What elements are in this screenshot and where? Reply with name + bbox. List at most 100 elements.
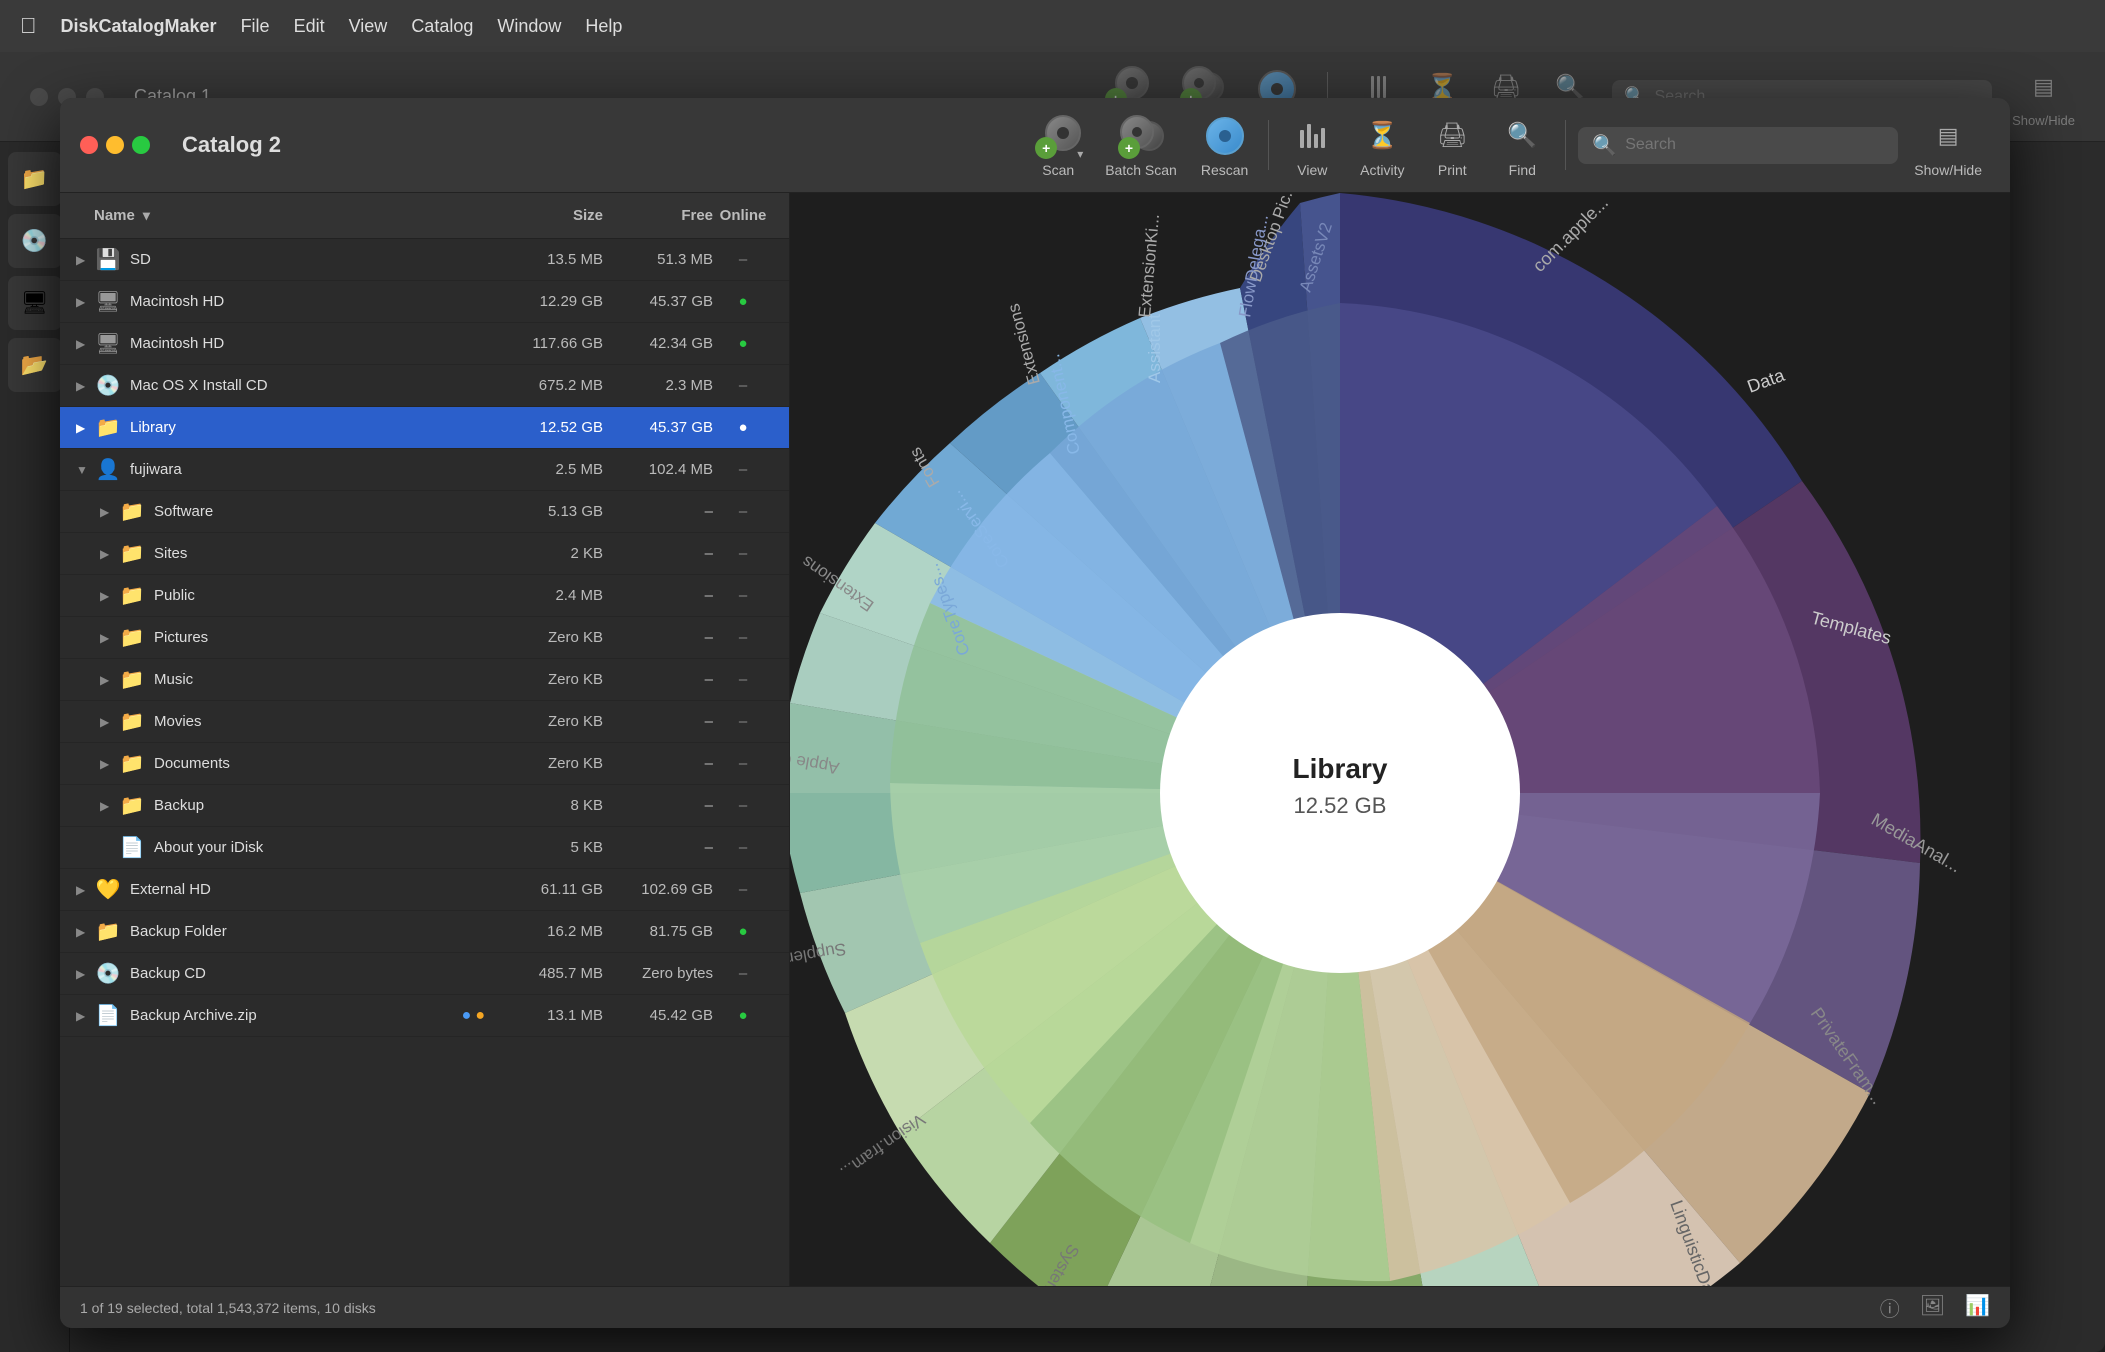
bg-sidebar-item-3[interactable]: 🖥: [8, 276, 62, 330]
fg-activity-btn[interactable]: ⏳ Activity: [1351, 109, 1413, 182]
row-expander[interactable]: ▶: [100, 589, 118, 603]
list-item[interactable]: ▼ 👤 fujiwara 2.5 MB 102.4 MB –: [60, 449, 789, 491]
list-item[interactable]: ▶ 📁 Backup Folder 16.2 MB 81.75 GB ●: [60, 911, 789, 953]
row-expander[interactable]: ▶: [76, 925, 94, 939]
menu-app[interactable]: DiskCatalogMaker: [61, 16, 217, 37]
file-online: –: [713, 629, 773, 646]
fg-rescan-btn[interactable]: Rescan: [1193, 109, 1256, 182]
row-expander[interactable]: ▶: [100, 715, 118, 729]
fg-close-btn[interactable]: [80, 136, 98, 154]
row-expander[interactable]: ▶: [100, 547, 118, 561]
row-expander[interactable]: ▶: [100, 799, 118, 813]
file-size: Zero KB: [493, 755, 603, 772]
list-item[interactable]: ▶ 📁 Public 2.4 MB – –: [60, 575, 789, 617]
apple-menu[interactable]: : [20, 13, 37, 39]
status-icons: ⓘ 🖼 📊: [1880, 1293, 1990, 1322]
list-item[interactable]: ▶ 💿 Backup CD 485.7 MB Zero bytes –: [60, 953, 789, 995]
file-size: 13.5 MB: [493, 251, 603, 268]
menu-file[interactable]: File: [241, 16, 270, 37]
row-expander[interactable]: ▶: [76, 421, 94, 435]
row-expander[interactable]: ▶: [100, 757, 118, 771]
row-expander[interactable]: ▶: [100, 505, 118, 519]
menu-catalog[interactable]: Catalog: [411, 16, 473, 37]
fg-search-bar[interactable]: 🔍: [1578, 127, 1898, 164]
bg-sidebar-item-1[interactable]: 📁: [8, 152, 62, 206]
folder-icon: 📁: [118, 666, 146, 694]
fg-minimize-btn[interactable]: [106, 136, 124, 154]
fg-scan-dropdown[interactable]: ▾: [1077, 147, 1083, 161]
list-item[interactable]: ▶ 💿 Mac OS X Install CD 675.2 MB 2.3 MB …: [60, 365, 789, 407]
list-item[interactable]: ▶ 💾 SD 13.5 MB 51.3 MB –: [60, 239, 789, 281]
list-header: Name ▾ Size Free Online: [60, 193, 789, 239]
list-item[interactable]: ▶ 📁 Music Zero KB – –: [60, 659, 789, 701]
row-expander[interactable]: ▶: [76, 253, 94, 267]
list-item[interactable]: ▶ 📁 Library 12.52 GB 45.37 GB ●: [60, 407, 789, 449]
row-expander[interactable]: ▶: [76, 379, 94, 393]
list-item[interactable]: ▶ 🖥 Macintosh HD 117.66 GB 42.34 GB ●: [60, 323, 789, 365]
folder-icon: 📁: [118, 750, 146, 778]
row-expander[interactable]: ▼: [76, 463, 94, 477]
fg-search-input[interactable]: [1625, 136, 1884, 154]
list-item[interactable]: ▶ 📁 Documents Zero KB – –: [60, 743, 789, 785]
list-item[interactable]: ▶ 💛 External HD 61.11 GB 102.69 GB –: [60, 869, 789, 911]
row-expander[interactable]: ▶: [76, 967, 94, 981]
file-size: Zero KB: [493, 629, 603, 646]
file-free: –: [603, 755, 713, 772]
fg-add-icon: +: [1035, 137, 1057, 159]
file-online: –: [713, 881, 773, 898]
fg-show-hide-icon: ▤: [1925, 113, 1971, 159]
row-expander[interactable]: ▶: [100, 673, 118, 687]
file-free: –: [603, 839, 713, 856]
list-item[interactable]: ▶ 🖥 Macintosh HD 12.29 GB 45.37 GB ●: [60, 281, 789, 323]
file-icon: 📄: [118, 834, 146, 862]
info-icon[interactable]: ⓘ: [1880, 1293, 1900, 1322]
folder-icon: 📁: [118, 582, 146, 610]
seg-label: Data: [1745, 365, 1788, 397]
row-expander[interactable]: ▶: [76, 337, 94, 351]
file-online: –: [713, 965, 773, 982]
bg-sidebar-item-4[interactable]: 📂: [8, 338, 62, 392]
bg-sidebar-item-2[interactable]: 💿: [8, 214, 62, 268]
menu-edit[interactable]: Edit: [294, 16, 325, 37]
file-online: –: [713, 797, 773, 814]
list-item[interactable]: 📄 About your iDisk 5 KB – –: [60, 827, 789, 869]
row-expander[interactable]: ▶: [100, 631, 118, 645]
file-name: Mac OS X Install CD: [130, 377, 493, 394]
fg-find-btn[interactable]: 🔍 Find: [1491, 109, 1553, 182]
row-expander[interactable]: ▶: [76, 295, 94, 309]
fg-batch-scan-btn[interactable]: + Batch Scan: [1097, 109, 1185, 182]
file-online: –: [713, 461, 773, 478]
list-item[interactable]: ▶ 📁 Movies Zero KB – –: [60, 701, 789, 743]
menu-help[interactable]: Help: [585, 16, 622, 37]
bg-close-btn[interactable]: [30, 88, 48, 106]
file-free: 81.75 GB: [603, 923, 713, 940]
file-name: Library: [130, 419, 493, 436]
row-expander[interactable]: ▶: [76, 1009, 94, 1023]
fg-rescan-disk: [1206, 117, 1244, 155]
fg-show-hide-btn[interactable]: ▤ Show/Hide: [1906, 109, 1990, 182]
file-list[interactable]: Name ▾ Size Free Online ▶ 💾 SD 13.5 MB 5…: [60, 193, 790, 1286]
file-name: Sites: [154, 545, 493, 562]
fg-maximize-btn[interactable]: [132, 136, 150, 154]
list-item[interactable]: ▶ 📄 Backup Archive.zip ● ● 13.1 MB 45.42…: [60, 995, 789, 1037]
fg-view-btn[interactable]: View: [1281, 109, 1343, 182]
file-online: –: [713, 251, 773, 268]
menu-view[interactable]: View: [349, 16, 388, 37]
list-item[interactable]: ▶ 📁 Software 5.13 GB – –: [60, 491, 789, 533]
photo-icon[interactable]: 🖼: [1920, 1293, 1945, 1322]
list-item[interactable]: ▶ 📁 Sites 2 KB – –: [60, 533, 789, 575]
row-expander[interactable]: ▶: [76, 883, 94, 897]
disk-icon: 🖥: [94, 330, 122, 358]
file-name: Movies: [154, 713, 493, 730]
fg-batch-scan-icon: +: [1118, 113, 1164, 159]
menu-window[interactable]: Window: [497, 16, 561, 37]
fg-scan-btn[interactable]: + ▾ Scan: [1027, 109, 1089, 182]
list-item[interactable]: ▶ 📁 Pictures Zero KB – –: [60, 617, 789, 659]
bg-show-hide-btn[interactable]: ▤ Show/Hide: [2012, 65, 2075, 128]
file-size: 8 KB: [493, 797, 603, 814]
list-item[interactable]: ▶ 📁 Backup 8 KB – –: [60, 785, 789, 827]
fg-window: Catalog 2 + ▾ Scan: [60, 98, 2010, 1328]
pie-chart-icon[interactable]: 📊: [1965, 1293, 1990, 1322]
fg-print-btn[interactable]: 🖨 Print: [1421, 109, 1483, 182]
file-free: –: [603, 629, 713, 646]
